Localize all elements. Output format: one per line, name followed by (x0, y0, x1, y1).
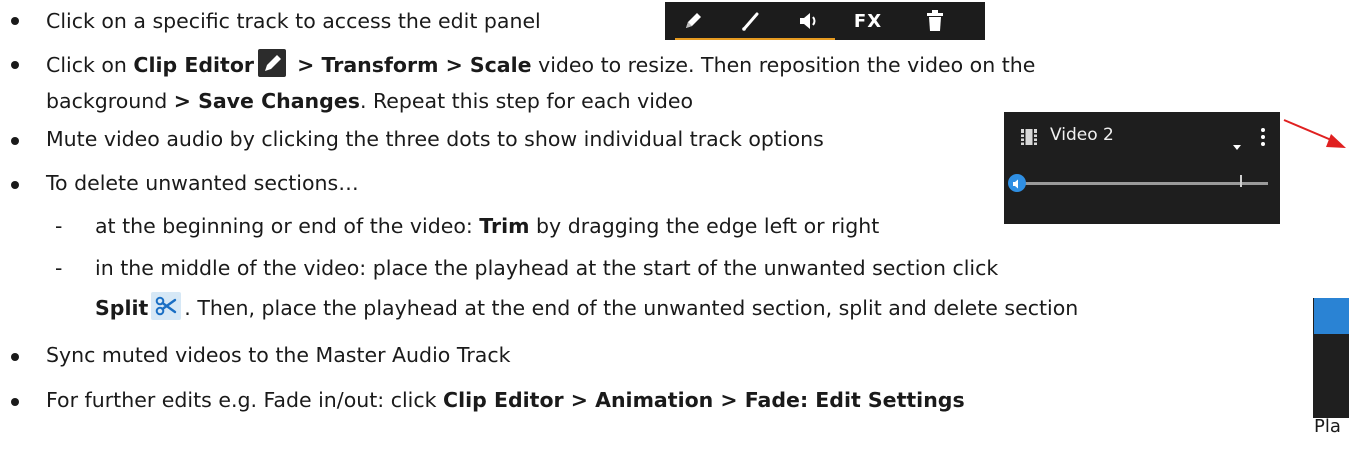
instruction-line-2b: background > Save Changes. Repeat this s… (46, 86, 693, 116)
instruction-text: . Then, place the playhead at the end of… (184, 296, 1079, 320)
instruction-text: video to resize. Then reposition the vid… (531, 53, 1036, 77)
line-pencil-icon[interactable] (737, 8, 765, 34)
instruction-subline-1: at the beginning or end of the video: Tr… (95, 211, 879, 241)
chevron-down-icon[interactable] (1232, 133, 1242, 157)
volume-slider-tick (1240, 175, 1242, 187)
bullet-dot (11, 398, 19, 406)
instruction-text: by dragging the edge left or right (529, 214, 880, 238)
clip-editor-label: Clip Editor (133, 53, 255, 77)
instruction-subline-2: in the middle of the video: place the pl… (95, 253, 998, 283)
video-track-panel: Video 2 (1004, 112, 1280, 224)
bullet-dot (11, 17, 19, 25)
instruction-text: Mute video audio by clicking the three d… (46, 127, 824, 151)
trash-icon[interactable] (921, 8, 949, 34)
toolbar-active-underline (675, 38, 835, 40)
bullet-dot (11, 61, 19, 69)
trim-label: Trim (479, 214, 530, 238)
instruction-line-3: Mute video audio by clicking the three d… (46, 124, 824, 154)
bullet-dot (11, 353, 19, 361)
save-changes-label: > Save Changes (173, 89, 360, 113)
film-icon (1020, 127, 1038, 151)
fade-settings-label: Clip Editor > Animation > Fade: Edit Set… (443, 388, 965, 412)
clip-editor-icon (258, 49, 287, 77)
bullet-dot (11, 181, 19, 189)
instruction-text: Sync muted videos to the Master Audio Tr… (46, 343, 511, 367)
volume-slider-track[interactable] (1018, 182, 1268, 185)
cropped-screenshot (1308, 298, 1349, 418)
instruction-line-4: To delete unwanted sections… (46, 168, 359, 198)
transform-scale-label: > Transform > Scale (290, 53, 532, 77)
instruction-text: To delete unwanted sections… (46, 171, 359, 195)
arrow-icon (1283, 119, 1346, 148)
track-title: Video 2 (1050, 125, 1114, 145)
edit-toolbar: FX (665, 2, 985, 40)
instruction-subline-2b: Split . Then, place the playhead at the e… (95, 292, 1078, 323)
fx-label: FX (853, 10, 883, 32)
instruction-text: in the middle of the video: place the pl… (95, 256, 999, 280)
volume-icon[interactable] (795, 8, 823, 34)
instruction-line-6: For further edits e.g. Fade in/out: clic… (46, 385, 965, 415)
frame-blue-header (1314, 298, 1349, 334)
scissors-icon (151, 292, 182, 320)
three-dots-icon[interactable] (1260, 127, 1266, 152)
fx-button[interactable]: FX (851, 8, 885, 34)
frame-gap (1308, 298, 1313, 418)
split-label: Split (95, 296, 149, 320)
instruction-line-1: Click on a specific track to access the … (46, 6, 541, 36)
instruction-text: Click on a specific track to access the … (46, 9, 541, 33)
pencil-icon[interactable] (679, 8, 707, 34)
dash-marker: - (55, 214, 63, 238)
instruction-text: background (46, 89, 174, 113)
dash-marker: - (55, 256, 63, 280)
instruction-text: Click on (46, 53, 134, 77)
cropped-caption: Pla (1314, 416, 1341, 437)
instruction-line-5: Sync muted videos to the Master Audio Tr… (46, 340, 510, 370)
instruction-text: For further edits e.g. Fade in/out: clic… (46, 388, 444, 412)
volume-slider-knob[interactable] (1008, 174, 1026, 192)
instruction-text: . Repeat this step for each video (359, 89, 694, 113)
instruction-text: at the beginning or end of the video: (95, 214, 480, 238)
bullet-dot (11, 137, 19, 145)
instruction-line-2: Click on Clip Editor > Transform > Scale… (46, 49, 1035, 80)
